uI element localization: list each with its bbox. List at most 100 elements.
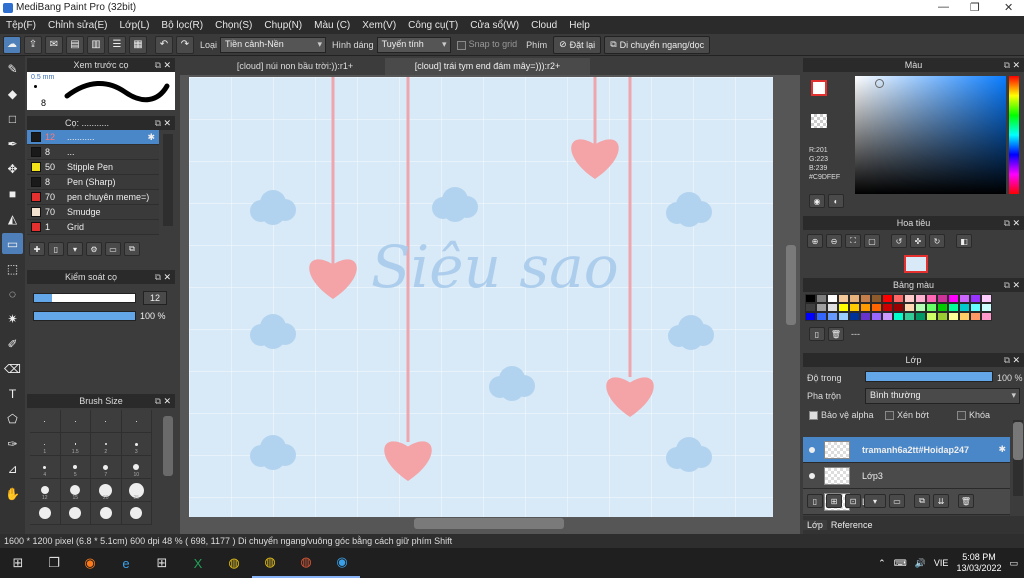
detach-icon[interactable]: ⧉ [1004,353,1010,367]
brush-size-cell[interactable]: 25 [121,479,152,502]
new-layer-1bit-icon[interactable]: ⊡ [845,494,861,508]
brush-size-cell[interactable]: 3 [121,433,152,456]
hand-tool-icon[interactable]: ✋ [2,483,23,504]
palette-swatch[interactable] [849,294,860,303]
palette-swatch[interactable] [871,294,882,303]
palette-swatch[interactable] [904,294,915,303]
palette-swatch[interactable] [937,303,948,312]
menu-cloud[interactable]: Cloud [525,20,563,31]
clip-box[interactable] [885,411,894,421]
chrome-icon[interactable]: ◍ [216,548,252,578]
tray-up-icon[interactable]: ⌃ [878,558,886,569]
brush-size-cell[interactable]: 5 [60,456,91,479]
lasso-tool-icon[interactable]: ◌ [2,283,23,304]
notification-icon[interactable]: ▭ [1009,558,1018,569]
duplicate-layer-icon[interactable]: ⧉ [914,494,930,508]
brush-item[interactable]: 8... [27,145,159,160]
brush-size-cell[interactable] [121,410,152,433]
select-tool-icon[interactable]: ⬚ [2,258,23,279]
brush-item[interactable]: 70 pen chuyên meme=) [27,190,159,205]
detach-icon[interactable]: ⧉ [1004,278,1010,292]
close-icon[interactable]: ✕ [1012,216,1020,230]
undo-icon[interactable]: ↶ [155,35,173,54]
layer-menu-icon[interactable]: ▾ [864,494,886,508]
rotate-right-icon[interactable]: ↻ [929,234,945,248]
menu-filter[interactable]: Bộ lọc(R) [155,20,209,31]
palette-icon[interactable]: ◉ [809,194,825,208]
menu-file[interactable]: Tệp(F) [0,20,42,31]
store-icon[interactable]: ⊞ [144,548,180,578]
brush-size-cell[interactable]: 10 [121,456,152,479]
layer-row[interactable]: tramanh6a2tt#Hoidap247 ✱ [803,437,1010,463]
tab-layer[interactable]: Lớp [803,520,827,530]
divide-tool-icon[interactable]: ⬠ [2,408,23,429]
new-brush-icon[interactable]: ▯ [48,242,64,256]
close-icon[interactable]: ✕ [1012,278,1020,292]
delete-layer-icon[interactable]: 🗑 [958,494,974,508]
brush-item[interactable]: 12........... ✱ [27,130,159,145]
palette-swatch[interactable] [893,294,904,303]
palette-swatch[interactable] [970,303,981,312]
detach-icon[interactable]: ⧉ [1004,58,1010,72]
brush-size-cell[interactable]: 15 [60,479,91,502]
layer-folder-icon[interactable]: ▭ [889,494,905,508]
dot-tool-icon[interactable]: ✒ [2,133,23,154]
fill-rect-tool-icon[interactable]: ■ [2,183,23,204]
layer-opacity-slider[interactable] [865,371,993,382]
folder-icon[interactable]: ▭ [105,242,121,256]
palette-swatch[interactable] [827,294,838,303]
eraser-tool-icon[interactable]: ◆ [2,83,23,104]
palette-swatch[interactable] [926,312,937,321]
close-icon[interactable]: ✕ [163,116,171,130]
brush-settings-icon[interactable]: ⚙ [86,242,102,256]
text-tool-icon[interactable]: T [2,383,23,404]
close-button[interactable]: ✕ [1004,1,1013,14]
brush-size-cell[interactable] [121,502,152,525]
blur-tool-icon[interactable]: ✑ [2,433,23,454]
brush-size-cell[interactable] [60,502,91,525]
palette-swatch[interactable] [959,312,970,321]
menu-window[interactable]: Cửa sổ(W) [464,20,525,31]
visibility-icon[interactable] [809,446,815,453]
visibility-icon[interactable] [809,472,815,479]
palette-swatch[interactable] [816,303,827,312]
palette-swatch[interactable] [805,303,816,312]
brush-item[interactable]: 8 Pen (Sharp) [27,175,159,190]
palette-swatch[interactable] [849,303,860,312]
brush-list-scrollbar[interactable] [163,134,173,226]
list-icon[interactable]: ☰ [108,35,126,54]
close-icon[interactable]: ✕ [1012,353,1020,367]
minimize-button[interactable]: — [938,1,949,13]
brush-settings-icon[interactable]: ✱ [147,132,155,143]
lock-box[interactable] [957,411,966,421]
layer-scroll-thumb[interactable] [1013,422,1023,460]
excel-icon[interactable]: X [180,548,216,578]
edge-icon[interactable]: e [108,548,144,578]
palette-swatch[interactable] [838,312,849,321]
move-axis-button[interactable]: ⧉ Di chuyển ngang/dọc [604,35,711,54]
menu-color[interactable]: Màu (C) [308,20,356,31]
task-view-icon[interactable]: ❐ [36,548,72,578]
brush-size-cell[interactable]: 4 [30,456,61,479]
bucket-tool-icon[interactable]: ◭ [2,208,23,229]
new-layer-icon[interactable]: ▯ [807,494,823,508]
brush-size-value[interactable]: 12 [143,291,167,305]
palette-swatch[interactable] [893,303,904,312]
rotate-left-icon[interactable]: ↺ [891,234,907,248]
actual-size-icon[interactable]: ▢ [864,234,880,248]
tab-nui-non[interactable]: [cloud] núi non bầu trời:)):r1+ [200,58,390,75]
protect-alpha-box[interactable] [809,411,818,421]
chat-icon[interactable]: ▤ [66,35,84,54]
brush-size-slider[interactable] [33,293,136,303]
transparent-color[interactable] [811,114,827,128]
cloud-save-icon[interactable]: ☁ [3,35,21,54]
palette-swatch[interactable] [816,312,827,321]
palette-swatch[interactable] [849,312,860,321]
eyedropper-tool-icon[interactable]: ⊿ [2,458,23,479]
brush-menu-icon[interactable]: ▾ [67,242,83,256]
snap-to-grid-checkbox[interactable]: Snap to grid [456,39,517,50]
palette-swatch[interactable] [827,303,838,312]
brush-size-cell[interactable]: 2 [91,433,122,456]
layer-row[interactable]: Lớp3 [803,463,1010,489]
palette-swatch[interactable] [871,312,882,321]
